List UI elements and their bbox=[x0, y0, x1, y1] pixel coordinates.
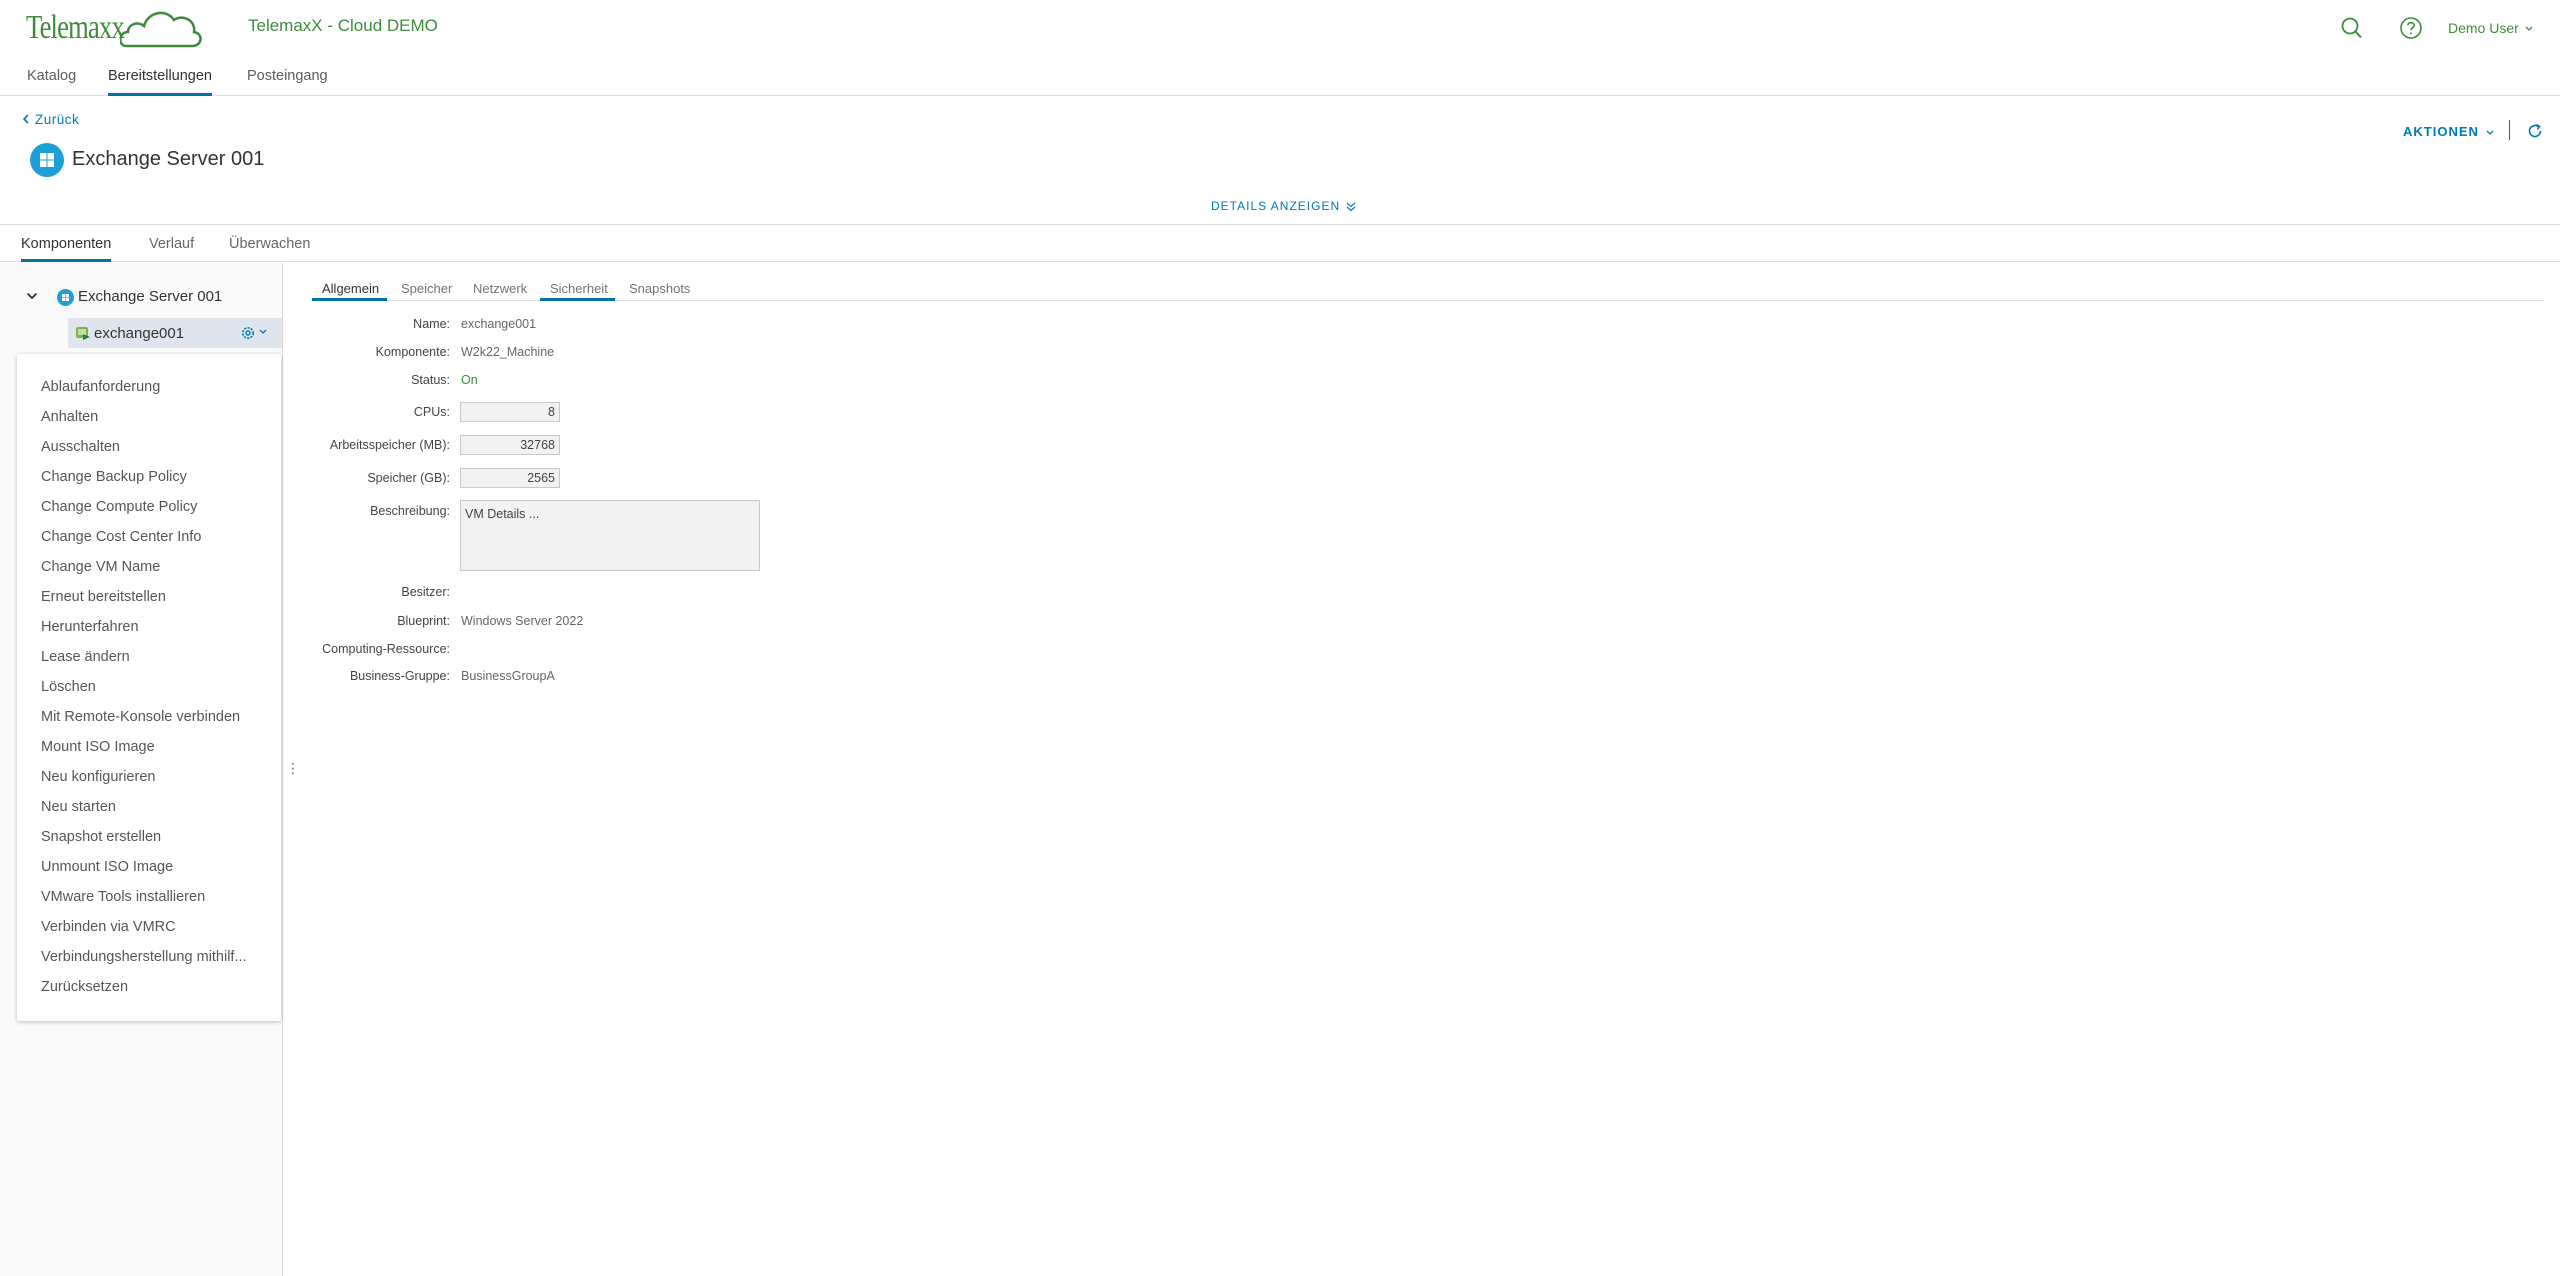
status-label: Status: bbox=[411, 373, 450, 387]
menu-item[interactable]: Herunterfahren bbox=[41, 619, 139, 635]
description-label: Beschreibung: bbox=[370, 504, 450, 518]
description-field[interactable]: VM Details ... bbox=[460, 500, 760, 571]
menu-item[interactable]: Unmount ISO Image bbox=[41, 859, 173, 875]
tab-komponenten[interactable]: Komponenten bbox=[21, 236, 112, 262]
app-title: TelemaxX - Cloud DEMO bbox=[248, 16, 438, 35]
menu-item[interactable]: Change Backup Policy bbox=[41, 469, 187, 485]
menu-item[interactable]: Lease ändern bbox=[41, 649, 130, 665]
search-icon[interactable] bbox=[2341, 16, 2363, 40]
menu-item[interactable]: Change Cost Center Info bbox=[41, 529, 201, 545]
menu-item[interactable]: Verbinden via VMRC bbox=[41, 919, 176, 935]
menu-item[interactable]: Erneut bereitstellen bbox=[41, 589, 166, 605]
tab-indicator bbox=[540, 298, 615, 301]
business-group-label: Business-Gruppe: bbox=[349, 669, 450, 683]
vm-icon bbox=[76, 327, 90, 340]
cpus-field[interactable]: 8 bbox=[460, 402, 560, 422]
cloud-icon bbox=[120, 11, 202, 48]
owner-label: Besitzer: bbox=[401, 585, 450, 599]
tab-bereitstellungen[interactable]: Bereitstellungen bbox=[108, 68, 212, 96]
memory-field[interactable]: 32768 bbox=[460, 435, 560, 455]
menu-item[interactable]: Löschen bbox=[41, 679, 96, 695]
menu-item[interactable]: Neu konfigurieren bbox=[41, 769, 155, 785]
tab-katalog[interactable]: Katalog bbox=[27, 68, 76, 96]
help-icon[interactable] bbox=[2399, 16, 2423, 40]
menu-item[interactable]: VMware Tools installieren bbox=[41, 889, 205, 905]
user-name: Demo User bbox=[2448, 20, 2519, 36]
tab-verlauf[interactable]: Verlauf bbox=[149, 236, 194, 262]
storage-label: Speicher (GB): bbox=[367, 471, 450, 485]
refresh-icon[interactable] bbox=[2526, 122, 2544, 140]
menu-item[interactable]: Mit Remote-Konsole verbinden bbox=[41, 709, 240, 725]
blueprint-value: Windows Server 2022 bbox=[461, 614, 584, 628]
name-value: exchange001 bbox=[461, 317, 537, 331]
tree-root-label[interactable]: Exchange Server 001 bbox=[78, 288, 222, 305]
menu-item[interactable]: Snapshot erstellen bbox=[41, 829, 161, 845]
tab-speicher[interactable]: Speicher bbox=[401, 281, 452, 296]
user-menu[interactable]: Demo User bbox=[2448, 20, 2533, 36]
tab-snapshots[interactable]: Snapshots bbox=[629, 281, 690, 296]
tabs-divider bbox=[312, 300, 2544, 301]
logo-text: Telemaxx bbox=[26, 9, 125, 46]
component-tabs: Komponenten Verlauf Überwachen bbox=[0, 225, 2560, 262]
deployment-title: Exchange Server 001 bbox=[72, 148, 265, 170]
toolbar-divider bbox=[2509, 120, 2510, 140]
storage-field[interactable]: 2565 bbox=[460, 468, 560, 488]
name-label: Name: bbox=[413, 317, 450, 331]
menu-item[interactable]: Verbindungsherstellung mithilf... bbox=[41, 949, 247, 965]
telemaxx-logo[interactable]: Telemaxx bbox=[26, 6, 202, 50]
chevron-down-icon[interactable] bbox=[26, 291, 38, 301]
menu-item[interactable]: Ausschalten bbox=[41, 439, 120, 455]
main-nav: Katalog Bereitstellungen Posteingang bbox=[0, 58, 2560, 96]
windows-icon bbox=[30, 143, 64, 177]
actions-context-menu: Ablaufanforderung Anhalten Ausschalten C… bbox=[17, 354, 281, 1021]
menu-item[interactable]: Neu starten bbox=[41, 799, 116, 815]
tab-allgemein[interactable]: Allgemein bbox=[322, 281, 379, 296]
blueprint-label: Blueprint: bbox=[397, 614, 450, 628]
memory-label: Arbeitsspeicher (MB): bbox=[329, 438, 450, 452]
top-header: Telemaxx TelemaxX - Cloud DEMO Demo User bbox=[0, 0, 2560, 58]
menu-item[interactable]: Change Compute Policy bbox=[41, 499, 197, 515]
active-tab-indicator bbox=[312, 298, 387, 301]
tree-child-label[interactable]: exchange001 bbox=[94, 325, 184, 342]
panel-resize-handle[interactable]: ⋮ bbox=[286, 760, 300, 777]
back-link[interactable]: Zurück bbox=[22, 112, 79, 127]
back-label: Zurück bbox=[35, 112, 80, 127]
menu-item[interactable]: Mount ISO Image bbox=[41, 739, 155, 755]
windows-icon bbox=[57, 289, 74, 306]
chevron-down-icon bbox=[2486, 130, 2493, 135]
chevron-left-icon bbox=[22, 114, 29, 124]
tab-netzwerk[interactable]: Netzwerk bbox=[473, 281, 527, 296]
tab-sicherheit[interactable]: Sicherheit bbox=[550, 281, 608, 296]
chevron-down-icon bbox=[2525, 26, 2533, 32]
menu-item[interactable]: Ablaufanforderung bbox=[41, 379, 160, 395]
actions-dropdown[interactable]: AKTIONEN bbox=[2403, 124, 2494, 139]
tab-posteingang[interactable]: Posteingang bbox=[247, 68, 328, 96]
menu-item[interactable]: Change VM Name bbox=[41, 559, 160, 575]
komponente-label: Komponente: bbox=[375, 345, 450, 359]
cpus-label: CPUs: bbox=[413, 405, 450, 419]
komponente-value: W2k22_Machine bbox=[461, 345, 555, 359]
actions-label: AKTIONEN bbox=[2403, 124, 2479, 139]
details-label: DETAILS ANZEIGEN bbox=[1211, 199, 1341, 213]
menu-item[interactable]: Zurücksetzen bbox=[41, 979, 128, 995]
menu-item[interactable]: Anhalten bbox=[41, 409, 98, 425]
details-toggle[interactable]: DETAILS ANZEIGEN bbox=[1211, 199, 1356, 213]
double-chevron-down-icon bbox=[1347, 202, 1356, 212]
computing-resource-label: Computing-Ressource: bbox=[322, 642, 450, 656]
status-value: On bbox=[461, 373, 478, 387]
business-group-value: BusinessGroupA bbox=[461, 669, 555, 683]
tab-ueberwachen[interactable]: Überwachen bbox=[229, 236, 310, 262]
